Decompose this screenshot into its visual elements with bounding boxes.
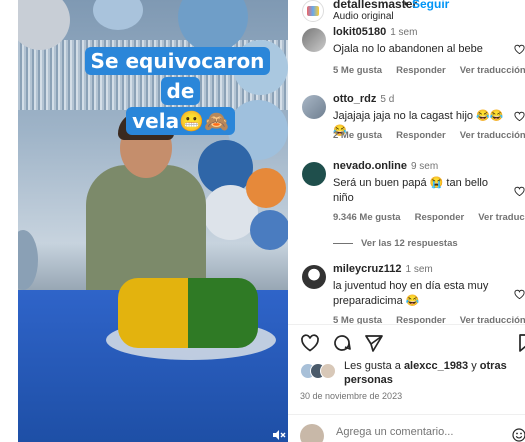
comment-meta: 2 Me gusta Responder Ver traducción bbox=[333, 130, 525, 141]
share-icon[interactable] bbox=[364, 333, 384, 353]
commenter-avatar[interactable] bbox=[302, 162, 326, 186]
balloon bbox=[246, 168, 286, 208]
comment-input[interactable] bbox=[336, 426, 476, 438]
comment-header: nevado.online 9 sem bbox=[333, 160, 438, 172]
post-header: detallesmaster • Seguir Audio original bbox=[288, 0, 525, 24]
author-avatar[interactable] bbox=[302, 0, 324, 22]
comment-time: 1 sem bbox=[390, 27, 418, 38]
heart-icon[interactable] bbox=[300, 333, 320, 353]
emoji-icon[interactable] bbox=[512, 428, 525, 442]
video-player[interactable]: Se equivocaron de vela😬🙈 bbox=[18, 0, 288, 442]
comment-header: otto_rdz 5 d bbox=[333, 93, 394, 105]
commenter-username[interactable]: otto_rdz bbox=[333, 93, 376, 105]
heart-icon[interactable] bbox=[514, 111, 525, 122]
post-date[interactable]: 30 de noviembre de 2023 bbox=[300, 391, 402, 401]
heart-icon[interactable] bbox=[514, 289, 525, 300]
comment-header: lokit05180 1 sem bbox=[333, 26, 417, 38]
reply-button[interactable]: Responder bbox=[396, 65, 446, 76]
comment-text: la juventud hoy en día esta muy preparad… bbox=[333, 280, 489, 307]
balloon bbox=[250, 210, 288, 250]
likes-summary: Les gusta a alexcc_1983 y otras personas bbox=[300, 359, 525, 389]
comment-text: Será un buen papá 😭 tan bello niño bbox=[333, 177, 488, 204]
heart-icon[interactable] bbox=[514, 186, 525, 197]
bookmark-icon[interactable] bbox=[516, 333, 525, 353]
likes-prefix: Les gusta a bbox=[344, 360, 404, 372]
balloon bbox=[18, 230, 38, 290]
heart-icon[interactable] bbox=[514, 44, 525, 55]
reply-button[interactable]: Responder bbox=[396, 130, 446, 141]
translate-button[interactable]: Ver traducción bbox=[460, 65, 525, 76]
translate-button[interactable]: Ver traducción bbox=[478, 212, 525, 223]
caption-line-1: Se equivocaron de bbox=[84, 47, 271, 105]
commenter-avatar[interactable] bbox=[302, 265, 326, 289]
comment-header: mileycruz112 1 sem bbox=[333, 263, 433, 275]
caption-line-2: vela😬🙈 bbox=[126, 107, 235, 135]
comment-text: Ojala no lo abandonen al bebe bbox=[333, 43, 483, 55]
liker-avatars[interactable] bbox=[300, 363, 344, 379]
follow-button[interactable]: Seguir bbox=[412, 0, 449, 11]
reply-button[interactable]: Responder bbox=[415, 212, 465, 223]
balloon bbox=[93, 0, 143, 30]
divider bbox=[288, 414, 525, 415]
current-user-avatar bbox=[300, 424, 324, 442]
birthday-cake bbox=[118, 278, 258, 348]
likes-connector: y bbox=[468, 360, 480, 372]
comments-panel: detallesmaster • Seguir Audio original l… bbox=[288, 0, 525, 442]
commenter-avatar[interactable] bbox=[302, 95, 326, 119]
translate-button[interactable]: Ver traducción bbox=[460, 130, 525, 141]
liker-username[interactable]: alexcc_1983 bbox=[404, 360, 468, 372]
speaker-muted-icon[interactable] bbox=[272, 428, 286, 442]
comment-time: 5 d bbox=[380, 94, 395, 105]
comment-like-count[interactable]: 9.346 Me gusta bbox=[333, 212, 401, 223]
action-bar bbox=[300, 333, 525, 353]
comment-like-count[interactable]: 2 Me gusta bbox=[333, 130, 382, 141]
add-comment-row bbox=[300, 422, 525, 442]
header-separator: • bbox=[404, 0, 409, 11]
page-margin bbox=[0, 0, 18, 442]
divider bbox=[288, 324, 525, 325]
commenter-avatar[interactable] bbox=[302, 28, 326, 52]
commenter-username[interactable]: nevado.online bbox=[333, 160, 407, 172]
comment-meta: 5 Me gusta Responder Ver traducción bbox=[333, 65, 525, 76]
comment-like-count[interactable]: 5 Me gusta bbox=[333, 65, 382, 76]
comment-meta: 9.346 Me gusta Responder Ver traducción bbox=[333, 212, 525, 223]
likes-text: Les gusta a alexcc_1983 y otras personas bbox=[344, 359, 514, 387]
comment-time: 9 sem bbox=[410, 161, 439, 172]
commenter-username[interactable]: mileycruz112 bbox=[333, 263, 402, 275]
commenter-username[interactable]: lokit05180 bbox=[333, 26, 386, 38]
audio-label[interactable]: Audio original bbox=[333, 11, 394, 22]
comment-time: 1 sem bbox=[405, 264, 433, 275]
view-replies-button[interactable]: Ver las 12 respuestas bbox=[333, 238, 458, 249]
video-caption-overlay: Se equivocaron de vela😬🙈 bbox=[73, 46, 288, 136]
comment-icon[interactable] bbox=[332, 333, 352, 353]
